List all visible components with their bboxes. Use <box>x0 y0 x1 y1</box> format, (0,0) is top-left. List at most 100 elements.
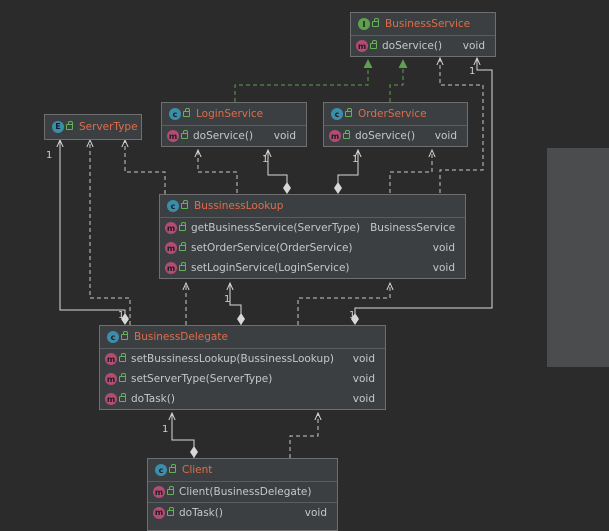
class-header: I BusinessService <box>351 13 495 36</box>
public-lock-icon <box>66 120 73 130</box>
client-uses-delegate-edge <box>289 413 318 458</box>
aggregation-diamond <box>237 313 245 325</box>
login-realizes-service-edge <box>234 59 373 102</box>
public-lock-icon <box>183 108 190 117</box>
method-icon: m <box>329 130 341 142</box>
method-icon: m <box>153 506 165 519</box>
method-row[interactable]: m setLoginService(LoginService) void <box>160 258 465 278</box>
class-header: c Client <box>148 459 337 482</box>
class-box-business-service[interactable]: I BusinessService m doService() void <box>350 12 496 57</box>
method-return-type: void <box>352 353 375 365</box>
method-signature: getBusinessService(ServerType) <box>191 222 361 234</box>
class-name: Client <box>182 464 213 476</box>
multiplicity-label: 1 <box>352 154 358 165</box>
delegate-servertype-assoc-edge <box>60 140 126 320</box>
public-lock-icon <box>181 200 188 209</box>
method-row[interactable]: m doService() void <box>162 126 306 146</box>
multiplicity-label: 1 <box>262 154 268 165</box>
public-lock-icon <box>169 464 176 473</box>
delegate-service-assoc-edge <box>354 58 493 318</box>
public-lock-icon <box>167 506 174 516</box>
multiplicity-label: 1 <box>162 424 168 435</box>
public-lock-icon <box>119 373 126 382</box>
method-return-type: void <box>352 393 375 405</box>
class-name: BusinessDelegate <box>134 331 228 343</box>
method-signature: doService() <box>193 130 254 142</box>
public-lock-icon <box>372 18 379 27</box>
method-icon: m <box>165 242 177 254</box>
public-lock-icon <box>119 353 126 362</box>
method-row[interactable]: m doTask() void <box>100 389 385 409</box>
lookup-uses-servertype-edge <box>125 140 166 194</box>
method-row[interactable]: m doService() void <box>351 36 495 56</box>
aggregation-diamond <box>283 182 291 194</box>
class-name: BusinessService <box>385 18 471 30</box>
public-lock-icon <box>119 393 126 402</box>
class-header: c BussinessLookup <box>160 195 465 218</box>
multiplicity-label: 1 <box>118 310 124 321</box>
class-box-login-service[interactable]: c LoginService m doService() void <box>161 102 307 147</box>
public-lock-icon <box>179 262 186 271</box>
aggregation-diamond <box>190 446 198 458</box>
order-realizes-service-edge <box>389 59 408 102</box>
method-icon: m <box>153 486 165 498</box>
class-box-server-type[interactable]: E ServerType <box>44 114 142 140</box>
class-header: c OrderService <box>324 103 467 126</box>
class-icon: c <box>155 464 167 476</box>
public-lock-icon <box>181 130 188 139</box>
lookup-uses-login-edge <box>198 150 238 193</box>
method-row[interactable]: m setBussinessLookup(BussinessLookup) vo… <box>100 349 385 369</box>
class-header: E ServerType <box>45 115 141 138</box>
class-name: OrderService <box>358 108 427 120</box>
aggregation-diamond <box>334 182 342 194</box>
method-return-type: void <box>434 130 457 142</box>
public-lock-icon <box>167 486 174 495</box>
method-row[interactable]: m doTask() void <box>148 502 337 522</box>
method-icon: m <box>167 130 179 142</box>
public-lock-icon <box>179 222 186 231</box>
method-icon: m <box>105 393 117 405</box>
constructor-row[interactable]: m Client(BusinessDelegate) <box>148 482 337 502</box>
interface-icon: I <box>358 18 370 30</box>
class-icon: c <box>169 108 181 120</box>
method-return-type: BusinessService <box>370 222 456 234</box>
side-scroll-panel[interactable] <box>547 148 609 367</box>
method-icon: m <box>165 262 177 274</box>
public-lock-icon <box>343 130 350 139</box>
method-return-type: void <box>432 262 455 274</box>
multiplicity-label: 1 <box>469 66 475 77</box>
class-icon: c <box>107 331 119 343</box>
multiplicity-label: 1 <box>224 294 230 305</box>
method-icon: m <box>105 353 117 365</box>
method-row[interactable]: m setOrderService(OrderService) void <box>160 238 465 258</box>
class-box-client[interactable]: c Client m Client(BusinessDelegate) m do… <box>147 458 338 531</box>
class-box-order-service[interactable]: c OrderService m doService() void <box>323 102 468 147</box>
public-lock-icon <box>179 242 186 251</box>
method-row[interactable]: m doService() void <box>324 126 467 146</box>
class-box-business-delegate[interactable]: c BusinessDelegate m setBussinessLookup(… <box>99 325 386 410</box>
method-signature: doTask() <box>131 393 175 405</box>
method-signature: doService() <box>355 130 416 142</box>
multiplicity-label: 1 <box>349 310 355 321</box>
class-box-bussiness-lookup[interactable]: c BussinessLookup m getBusinessService(S… <box>159 194 466 279</box>
enum-icon: E <box>52 120 64 133</box>
method-signature: setOrderService(OrderService) <box>191 242 353 254</box>
method-return-type: void <box>432 242 455 254</box>
method-return-type: void <box>462 40 485 52</box>
method-row[interactable]: m getBusinessService(ServerType) Busines… <box>160 218 465 238</box>
method-return-type: void <box>304 506 327 519</box>
method-signature: setServerType(ServerType) <box>131 373 273 385</box>
public-lock-icon <box>370 40 377 49</box>
lookup-uses-order-edge <box>389 150 432 193</box>
method-icon: m <box>356 40 368 52</box>
public-lock-icon <box>121 331 128 340</box>
method-signature: doService() <box>382 40 443 52</box>
method-row[interactable]: m setServerType(ServerType) void <box>100 369 385 389</box>
class-icon: c <box>331 108 343 120</box>
method-signature: doTask() <box>179 506 223 519</box>
public-lock-icon <box>345 108 352 117</box>
class-name: LoginService <box>196 108 264 120</box>
class-icon: c <box>167 200 179 212</box>
class-name: ServerType <box>79 120 138 133</box>
multiplicity-label: 1 <box>46 150 52 161</box>
